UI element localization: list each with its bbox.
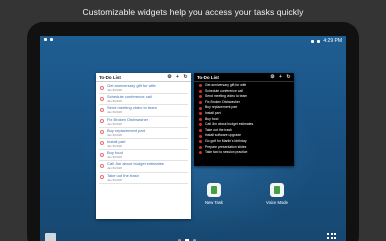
gear-icon[interactable]: ⚙ [270, 74, 275, 80]
checkbox-icon[interactable] [100, 130, 104, 135]
shortcut-label: New Task [204, 200, 224, 205]
battery-icon [317, 39, 321, 43]
task-name: Take taxi to session practice [205, 150, 248, 155]
checkbox-icon[interactable] [100, 163, 104, 168]
folder-icon[interactable] [45, 233, 56, 241]
promo-caption: Customizable widgets help you access you… [82, 7, 304, 17]
task-date: Jan 8/2018 [107, 132, 122, 137]
list-item[interactable]: Buy replacement part Jan 8/2018 [99, 128, 188, 139]
task-date: Jan 8/2018 [107, 177, 122, 182]
notification-icon [50, 38, 53, 41]
refresh-icon[interactable]: ↻ [183, 74, 188, 80]
checkbox-icon[interactable] [199, 140, 202, 144]
checkbox-icon[interactable] [199, 89, 202, 93]
list-item[interactable]: Call Jim about budget estimates Jan 8/201… [99, 161, 188, 173]
todo-dark-widget[interactable]: To-Do List ⚙ + ↻ Get anniversary gift fo… [194, 73, 294, 166]
widget-header: To-Do List ⚙ + ↻ [96, 73, 191, 82]
checkbox-icon[interactable] [199, 128, 202, 132]
clock: 4:29 PM [323, 38, 342, 44]
promo-stage: Customizable widgets help you access you… [0, 0, 386, 241]
voice-mode-icon[interactable] [270, 183, 284, 197]
list-item[interactable]: Take out the trash Jan 8/2018 [99, 173, 188, 184]
list-item[interactable]: Schedule conference call Jan 8/2018 [99, 94, 188, 106]
task-list: Get anniversary gift for wife Schedule c… [194, 82, 294, 156]
checkbox-icon[interactable] [100, 141, 104, 146]
task-date: Jan 8/2018 [107, 88, 122, 92]
gear-icon[interactable]: ⚙ [167, 74, 172, 80]
wifi-icon [311, 39, 315, 43]
checkbox-icon[interactable] [100, 107, 104, 112]
checkbox-icon[interactable] [199, 100, 202, 104]
checkbox-icon[interactable] [100, 96, 104, 101]
todo-list-widget[interactable]: To-Do List ⚙ + ↻ Get anniversary gift fo… [96, 73, 191, 219]
checkbox-icon[interactable] [199, 134, 202, 138]
add-icon[interactable]: + [175, 74, 180, 80]
tablet-frame: 4:29 PM To-Do List ⚙ + ↻ Get anniversary… [27, 22, 359, 241]
checkbox-icon[interactable] [199, 151, 202, 155]
add-icon[interactable]: + [278, 74, 283, 80]
checkbox-icon[interactable] [199, 112, 202, 116]
widget-title: To-Do List [99, 74, 121, 80]
status-bar: 4:29 PM [40, 36, 346, 45]
task-date: Jan 8/2018 [107, 121, 122, 126]
voice-mode-shortcut[interactable]: Voice Mode [263, 183, 291, 205]
checkbox-icon[interactable] [100, 175, 104, 179]
notification-icon [44, 38, 47, 41]
checkbox-icon[interactable] [100, 119, 104, 124]
list-item[interactable]: Take taxi to session practice [197, 150, 291, 156]
checkbox-icon[interactable] [100, 85, 104, 90]
list-item[interactable]: Send meeting video to team Jan 8/2018 [99, 105, 188, 117]
checkbox-icon[interactable] [199, 123, 202, 127]
checkbox-icon[interactable] [199, 95, 202, 99]
widget-title: To-Do List [197, 74, 219, 80]
notification-icons [44, 38, 53, 41]
new-task-shortcut[interactable]: New Task [200, 183, 228, 205]
checkbox-icon[interactable] [199, 84, 202, 88]
list-item[interactable]: Buy food Jan 8/2018 [99, 150, 188, 162]
list-item[interactable]: Get anniversary gift for wife Jan 8/2018 [99, 83, 188, 95]
task-date: Jan 8/2018 [107, 166, 122, 171]
shortcut-label: Voice Mode [266, 200, 288, 205]
checkbox-icon[interactable] [199, 106, 202, 110]
task-date: Jan 8/2018 [107, 143, 122, 148]
checkbox-icon[interactable] [100, 152, 104, 157]
system-icons: 4:29 PM [311, 38, 342, 44]
task-list: Get anniversary gift for wife Jan 8/2018 … [96, 82, 191, 184]
widget-header: To-Do List ⚙ + ↻ [194, 73, 294, 82]
task-date: Jan 8/2018 [107, 110, 122, 115]
app-drawer-icon[interactable] [327, 233, 337, 241]
checkbox-icon[interactable] [199, 117, 202, 121]
new-task-icon[interactable] [207, 183, 221, 197]
list-item[interactable]: Install part Jan 8/2018 [99, 139, 188, 151]
list-item[interactable]: Fix Broken Dishwasher Jan 8/2018 [99, 117, 188, 128]
checkbox-icon[interactable] [199, 145, 202, 149]
home-screen: 4:29 PM To-Do List ⚙ + ↻ Get anniversary… [40, 36, 346, 241]
task-date: Jan 8/2018 [107, 155, 122, 160]
task-date: Jan 8/2018 [107, 99, 122, 104]
refresh-icon[interactable]: ↻ [286, 74, 291, 80]
